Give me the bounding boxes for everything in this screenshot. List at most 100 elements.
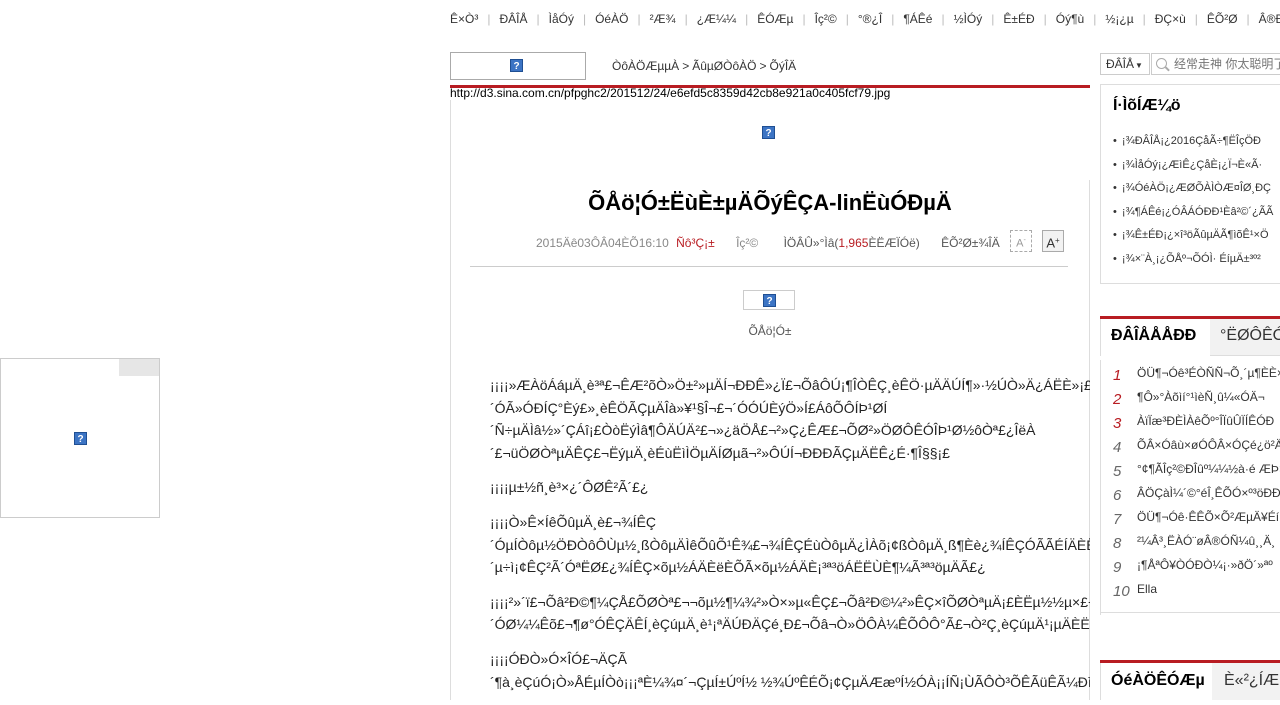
nav-link[interactable]: Ê±ÉÐ: [1003, 12, 1034, 26]
ranking-item[interactable]: 3 ÀïÏæ³ÐÈÌÀêÕº°ÎÏûÛÏÍÊÓÐ: [1101, 408, 1280, 432]
nav-separator: |: [582, 12, 587, 26]
rank-title: Ella: [1137, 582, 1158, 596]
breadcrumb-section[interactable]: ÃûµØÒôÀÖ: [692, 59, 756, 73]
nav-link[interactable]: ÌåÓý: [549, 12, 574, 26]
search-box[interactable]: [1151, 53, 1280, 75]
nav-separator: |: [1043, 12, 1047, 26]
comment-label: ÌÖÂÛ»°Ìâ(: [783, 236, 839, 250]
nav-separator: |: [536, 12, 540, 26]
article-image: ?: [743, 290, 795, 310]
rank-number: 4: [1113, 439, 1122, 456]
nav-link[interactable]: ÐÇ×ù: [1155, 12, 1186, 26]
breadcrumb-sep: >: [682, 59, 690, 73]
ranking-item[interactable]: 2 ¶Ô»°Àõìí°¹ìèÑ¸û¼«ÓÄ¬: [1101, 384, 1280, 408]
breadcrumb-sep: >: [759, 59, 767, 73]
rank-title: ÖÜ¶¬Óê·ÊÊÕ×Õ²ÆµÄ¥Éí Á: [1137, 510, 1280, 524]
nav-link[interactable]: ½¡¿µ: [1105, 12, 1133, 26]
font-decrease-label: A: [1016, 237, 1024, 250]
ranking-divider: [1100, 612, 1280, 613]
related-box: Í·ÌõÍÆ¼ö ¡¾ÐÂÎÅ¡¿2016ÇåÃ÷¶ËÎçÖÐ ¡¾ÌåÓý¡¿…: [1100, 84, 1280, 284]
ranking-item[interactable]: 5 °¢¶ÃÎç²©ÐÎûº¼¼½à·é ÆÞ×: [1101, 456, 1280, 480]
top-nav: Ê×Ò³ | ÐÂÎÅ | ÌåÓý | ÓéÀÖ | ²Æ¾­ | ¿Æ¼¼ | ÊÓÆµ | Îç²© |…: [450, 12, 1280, 28]
ranking-item[interactable]: 10 Ella: [1101, 576, 1280, 600]
nav-separator: |: [684, 12, 688, 26]
related-item[interactable]: ¡¾ÐÂÎÅ¡¿2016ÇåÃ÷¶ËÎçÖÐ: [1113, 135, 1273, 159]
nav-link[interactable]: °®¿Î: [858, 12, 882, 26]
search-engine-select[interactable]: ÐÂÎÅ▼: [1100, 53, 1150, 75]
rank-title: ÖÜ¶¬Óê³ÉÒÑÑ¬Õ¸´µ¶ÈÈ×ÎÉÏ: [1137, 366, 1280, 380]
breadcrumb-current: ÕýÎÄ: [769, 59, 797, 73]
ranking-list: 1 ÖÜ¶¬Óê³ÉÒÑÑ¬Õ¸´µ¶ÈÈ×ÎÉÏ 2 ¶Ô»°Àõìí°¹ìèÑ¸û…: [1100, 360, 1280, 615]
rank-number: 1: [1113, 367, 1122, 384]
broken-image-url: http://d3.sina.com.cn/pfpghc2/201512/24/…: [450, 86, 891, 100]
related-item[interactable]: ¡¾ÌåÓý¡¿ÆìÊ¿ÇåÈ¡¿Ï¬È«Ã·: [1113, 159, 1273, 183]
comment-link[interactable]: ÌÖÂÛ»°Ìâ(1,965ÈËÆÏÓë): [784, 236, 920, 250]
tab-all[interactable]: È«²¿ÍÆ: [1212, 663, 1280, 700]
font-increase-button[interactable]: A+: [1042, 230, 1064, 252]
ranking-item[interactable]: 9 ¡¶ÅªÔ¥ÒÓÐÒ¼¡·»ðÖ´»ªº: [1101, 552, 1280, 576]
tab-gossip[interactable]: °ËØÔÊÓ: [1210, 319, 1280, 356]
bookmark-link[interactable]: ÊÕ²Ø±¾ÎÄ: [941, 236, 1000, 250]
nav-link[interactable]: ÐÂÎÅ: [499, 12, 527, 26]
rank-title: ²¼Â³¸ËÀÓ¨øÂ®ÓÑ¼û¸¸Ä¸: [1137, 534, 1276, 548]
nav-link[interactable]: Ê×Ò³: [450, 12, 478, 26]
nav-link[interactable]: ½ÌÓý: [954, 12, 983, 26]
paragraph-line: ¡¡¡¡»ÆÀöÁáµÄ¸è³ª£¬ÊÆ²õÒ»Ö±²»µÄÍ¬ÐÐÊ»¿Ï£¬…: [490, 377, 1090, 393]
broken-image-icon: ?: [762, 126, 775, 139]
nav-link[interactable]: ¶ÁÊé: [903, 12, 932, 26]
ranking-item[interactable]: 1 ÖÜ¶¬Óê³ÉÒÑÑ¬Õ¸´µ¶ÈÈ×ÎÉÏ: [1101, 360, 1280, 384]
nav-separator: |: [487, 12, 491, 26]
nav-separator: |: [1142, 12, 1146, 26]
rank-number: 8: [1113, 535, 1122, 552]
related-item[interactable]: ¡¾Ê±ÉÐ¡¿×î³öÃûµÄÃ¶ìõÊ¹×Ö: [1113, 229, 1273, 253]
rank-title: ¡¶ÅªÔ¥ÒÓÐÒ¼¡·»ðÖ´»ªº: [1137, 558, 1273, 572]
ranking-item[interactable]: 4 ÕÂ×Óâù×øÓÔÂ×ÓÇé¿ö²Ä Ì: [1101, 432, 1280, 456]
nav-link[interactable]: ÊÕ²Ø: [1207, 12, 1238, 26]
left-float-ad[interactable]: ?: [0, 358, 160, 518]
paragraph: ¡¡¡¡ÓÐÒ»Ó×ÎÓ£¬ÄÇÃ ´¶à¸èÇúÓ¡Ò»ÅÉµÍÒò¡¡¡ªÈ…: [490, 648, 1090, 693]
magnifier-icon: [1156, 58, 1167, 69]
related-item[interactable]: ¡¾×¨À¸¡¿ÕÅº¬ÕÓÌ· ÉíµÄ±³º²: [1113, 253, 1273, 277]
nav-separator: |: [1093, 12, 1097, 26]
related-item[interactable]: ¡¾ÓéÀÖ¡¿ÆØÕÀÌÒÆ¤ÎØ¸ÐÇ: [1113, 182, 1273, 206]
paragraph: ¡¡¡¡²»´ï£¬Õâ²Ð©¶¼ÇÅ£ÕØÒª£¬¬õµ½¶¼¾²»Ò×»µ«…: [490, 591, 1090, 636]
broken-image-icon: ?: [510, 59, 523, 72]
rank-number: 6: [1113, 487, 1122, 504]
article-source[interactable]: Ñô³Ç¡±: [676, 236, 715, 250]
comment-prefix[interactable]: Îç²©: [736, 236, 758, 250]
related-item[interactable]: ¡¾¶ÁÊé¡¿ÓÂÁÓÐÐ¹Èâ²©´¿ÃÃ: [1113, 206, 1274, 230]
ranking-item[interactable]: 8 ²¼Â³¸ËÀÓ¨øÂ®ÓÑ¼û¸¸Ä¸: [1101, 528, 1280, 552]
article-meta: 2015Äê03ÔÂ04ÈÕ16:10 Ñô³Ç¡± Îç²© ÌÖÂÛ»°Ìâ…: [536, 236, 1000, 250]
related-title: Í·ÌõÍÆ¼ö: [1113, 97, 1181, 114]
breadcrumb-home[interactable]: ÒôÀÖÆµµÀ: [612, 59, 679, 73]
nav-separator: |: [991, 12, 995, 26]
channel-logo[interactable]: ?: [450, 52, 586, 80]
font-increase-label: A: [1046, 235, 1055, 251]
nav-link[interactable]: ¿Æ¼¼: [697, 12, 736, 26]
nav-link[interactable]: Îç²©: [815, 12, 837, 26]
paragraph-line: ¡¡¡¡ÓÐÒ»Ó×ÎÓ£¬ÄÇÃ: [490, 650, 627, 667]
ranking-item[interactable]: 7 ÖÜ¶¬Óê·ÊÊÕ×Õ²ÆµÄ¥Éí Á: [1101, 504, 1280, 528]
ranking-item[interactable]: 6 ÂÖÇàÌ¼´©°éÎ¸ÊÕÓ×º³öÐÐ Ç: [1101, 480, 1280, 504]
paragraph-line: ´ÓØ¼¼Êõ£¬¶ø°ÓÊÇÄÊÍ¸èÇúµÄ¸è¹¡ªÄÚÐÄÇé¸Ð£¬Õ…: [490, 616, 1090, 633]
nav-link[interactable]: ÓéÀÖ: [595, 12, 628, 26]
rank-title: ÕÂ×Óâù×øÓÔÂ×ÓÇé¿ö²Ä Ì: [1137, 438, 1280, 452]
breadcrumb: ÒôÀÖÆµµÀ > ÃûµØÒôÀÖ > ÕýÎÄ: [612, 59, 796, 73]
nav-link[interactable]: Óý¶ù: [1056, 12, 1084, 26]
nav-separator: |: [802, 12, 806, 26]
search-input[interactable]: [1174, 56, 1280, 72]
rank-title: ÀïÏæ³ÐÈÌÀêÕº°ÎÏûÛÏÍÊÓÐ: [1137, 414, 1275, 428]
tab-news-ranking[interactable]: ÐÂÎÅÅÅÐÐ: [1100, 319, 1210, 356]
paragraph-line: ´ÓÃ»ÓÐÍÇ°Èý£»¸èÊÖÃÇµÄÎà»¥¹§Î¬£¬´ÓÓÚÈýÖ»Í…: [490, 399, 888, 416]
nav-link[interactable]: ²Æ¾­: [650, 12, 676, 26]
paragraph-line: ´ÓµÍÒôµ½ÖÐÒôÔÙµ½¸ßÒôµÄÌêÕûÕ¹Ê¾£¬¾ÍÊÇÉùÒô…: [490, 536, 1090, 553]
broken-image-icon: ?: [74, 432, 87, 445]
rank-number: 2: [1113, 391, 1122, 408]
rank-title: ¶Ô»°Àõìí°¹ìèÑ¸û¼«ÓÄ¬: [1137, 390, 1265, 404]
ad-close-tab[interactable]: [119, 359, 159, 376]
nav-link[interactable]: Â®ÐÂ: [1259, 12, 1280, 26]
font-decrease-button[interactable]: A-: [1010, 230, 1032, 252]
tab-entertainment-video[interactable]: ÓéÀÖÊÓÆµ: [1100, 663, 1212, 700]
nav-link[interactable]: ÊÓÆµ: [757, 12, 793, 26]
image-caption: ÕÅö¦Ó±: [748, 324, 792, 338]
